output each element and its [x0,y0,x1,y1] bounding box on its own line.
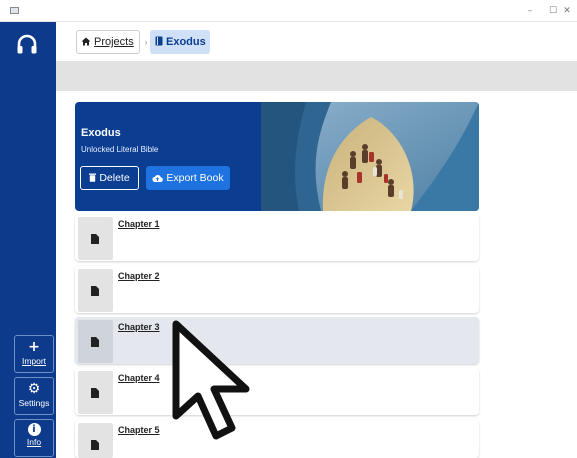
cloud-upload-icon [152,174,164,182]
delete-label: Delete [99,172,130,184]
book-title: Exodus [81,127,121,139]
chapter-item[interactable]: Chapter 2 [75,266,479,313]
chapter-label: Chapter 3 [118,322,160,332]
delete-button[interactable]: Delete [80,166,139,190]
toolbar-band [56,61,577,91]
headset-icon[interactable] [14,32,40,58]
chapter-label: Chapter 4 [118,373,160,383]
breadcrumb-exodus[interactable]: Exodus [150,30,210,54]
breadcrumb-projects[interactable]: Projects [76,30,140,54]
file-icon [91,234,99,244]
chapter-thumbnail [78,371,113,414]
sidebar: + Import ⚙ Settings i Info [0,22,56,458]
app-icon [10,7,19,14]
settings-label: Settings [18,398,50,408]
file-icon [91,337,99,347]
plus-icon: + [28,339,40,355]
import-label: Import [21,356,47,366]
chapter-item[interactable]: Chapter 1 [75,214,479,261]
info-label: Info [26,437,42,447]
export-book-button[interactable]: Export Book [146,166,230,190]
chapter-thumbnail [78,269,113,312]
book-icon [155,36,163,46]
chapter-item[interactable]: Chapter 4 [75,368,479,415]
title-bar: – ☐ ✕ [0,0,577,22]
app-window: – ☐ ✕ + Import ⚙ Settings i Info Project… [0,0,577,458]
chapter-thumbnail [78,217,113,260]
settings-button[interactable]: ⚙ Settings [14,377,54,415]
home-icon [81,37,91,46]
info-button[interactable]: i Info [14,419,54,457]
chapter-item[interactable]: Chapter 5 [75,420,479,458]
info-icon: i [27,423,41,436]
file-icon [91,286,99,296]
gear-icon: ⚙ [27,381,41,397]
book-translation: Unlocked Literal Bible [81,145,159,154]
chapter-thumbnail [78,320,113,363]
chapter-item-hovered[interactable]: Chapter 3 [75,317,479,364]
export-book-label: Export Book [166,172,224,184]
breadcrumb-exodus-label: Exodus [166,36,206,48]
chapter-label: Chapter 1 [118,219,160,229]
close-button[interactable]: ✕ [557,3,577,19]
book-illustration-image [261,102,479,211]
mouse-pointer-icon [172,320,250,440]
trash-icon [89,173,97,182]
minimize-button[interactable]: – [520,3,540,19]
import-button[interactable]: + Import [14,335,54,373]
chapter-thumbnail [78,423,113,458]
file-icon [91,440,99,450]
book-header-card: Exodus Unlocked Literal Bible Delete Exp… [75,102,479,211]
chapter-label: Chapter 2 [118,271,160,281]
chapter-label: Chapter 5 [118,425,160,435]
breadcrumb-separator: › [144,37,148,47]
breadcrumb-projects-label: Projects [94,36,134,48]
file-icon [91,388,99,398]
